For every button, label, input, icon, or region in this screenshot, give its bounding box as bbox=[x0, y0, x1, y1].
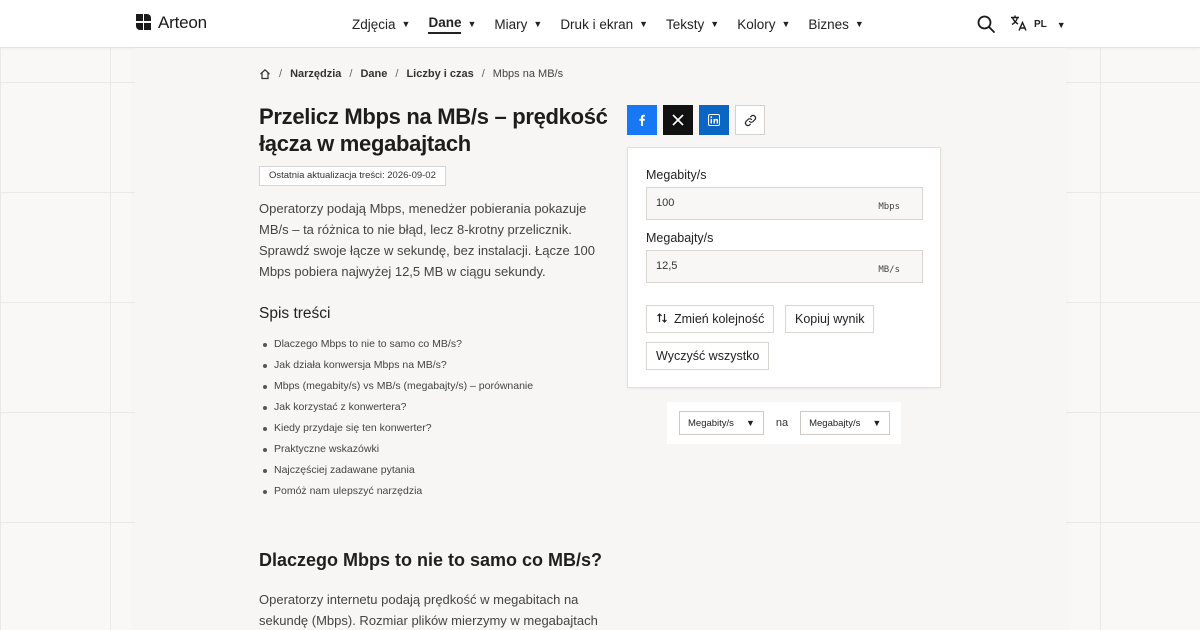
caret-down-icon: ▼ bbox=[872, 418, 882, 428]
nav-item-biznes[interactable]: Biznes ▼ bbox=[808, 0, 863, 48]
copy-link-button[interactable] bbox=[735, 105, 765, 135]
toc-item[interactable]: Kiedy przydaje się ten konwerter? bbox=[262, 418, 533, 439]
caret-down-icon: ▼ bbox=[467, 19, 477, 29]
mbs-unit: MB/s bbox=[878, 265, 900, 275]
table-of-contents: Dlaczego Mbps to nie to samo co MB/s? Ja… bbox=[262, 334, 533, 502]
translate-icon bbox=[1010, 14, 1028, 35]
from-unit-select[interactable]: Megabity/s ▼ bbox=[679, 411, 764, 435]
toc-item[interactable]: Jak korzystać z konwertera? bbox=[262, 397, 533, 418]
language-code: PL bbox=[1034, 19, 1047, 30]
logo-mark-icon bbox=[136, 14, 152, 32]
nav-item-miary[interactable]: Miary ▼ bbox=[494, 0, 542, 48]
input-label: Megabity/s bbox=[646, 168, 707, 182]
to-unit-select[interactable]: Megabajty/s ▼ bbox=[800, 411, 891, 435]
mbps-input[interactable]: 100 Mbps bbox=[646, 187, 923, 220]
search-icon[interactable] bbox=[976, 14, 996, 34]
breadcrumb-liczby-i-czas[interactable]: Liczby i czas bbox=[406, 68, 473, 80]
updated-badge: Ostatnia aktualizacja treści: 2026-09-02 bbox=[259, 166, 446, 186]
facebook-share-button[interactable] bbox=[627, 105, 657, 135]
converter-card: Megabity/s 100 Mbps Megabajty/s 12,5 MB/… bbox=[627, 147, 941, 388]
link-icon bbox=[744, 114, 756, 126]
language-switcher[interactable]: PL ▼ bbox=[1010, 14, 1066, 35]
breadcrumb-dane[interactable]: Dane bbox=[360, 68, 387, 80]
breadcrumb-narzedzia[interactable]: Narzędzia bbox=[290, 68, 341, 80]
clear-all-button[interactable]: Wyczyść wszystko bbox=[646, 342, 770, 370]
nav-item-druk-i-ekran[interactable]: Druk i ekran ▼ bbox=[560, 0, 648, 48]
site-header: Arteon Zdjęcia ▼ Dane ▼ Miary ▼ Druk i e… bbox=[0, 0, 1200, 48]
nav-item-zdjecia[interactable]: Zdjęcia ▼ bbox=[352, 0, 410, 48]
brand-name: Arteon bbox=[158, 13, 207, 32]
caret-down-icon: ▼ bbox=[781, 19, 791, 29]
unit-connector: na bbox=[775, 417, 789, 429]
toc-item[interactable]: Pomóż nam ulepszyć narzędzia bbox=[262, 481, 533, 502]
caret-down-icon: ▼ bbox=[533, 19, 543, 29]
mbps-unit: Mbps bbox=[878, 202, 900, 212]
toc-title: Spis treści bbox=[259, 305, 331, 322]
unit-selectors: Megabity/s ▼ na Megabajty/s ▼ bbox=[667, 402, 901, 444]
main-nav: Zdjęcia ▼ Dane ▼ Miary ▼ Druk i ekran ▼ … bbox=[352, 0, 882, 48]
page-title: Przelicz Mbps na MB/s – prędkość łącza w… bbox=[259, 104, 608, 156]
toc-item[interactable]: Dlaczego Mbps to nie to samo co MB/s? bbox=[262, 334, 533, 355]
caret-down-icon: ▼ bbox=[1056, 19, 1066, 30]
x-icon bbox=[672, 114, 684, 126]
linkedin-share-button[interactable] bbox=[699, 105, 729, 135]
mbs-output[interactable]: 12,5 MB/s bbox=[646, 250, 923, 283]
caret-down-icon: ▼ bbox=[639, 19, 649, 29]
breadcrumb-current: Mbps na MB/s bbox=[492, 68, 564, 80]
linkedin-icon bbox=[708, 114, 720, 126]
toc-item[interactable]: Jak działa konwersja Mbps na MB/s? bbox=[262, 355, 533, 376]
mbs-output-value: 12,5 bbox=[656, 260, 678, 272]
caret-down-icon: ▼ bbox=[745, 418, 755, 428]
caret-down-icon: ▼ bbox=[854, 19, 864, 29]
logo[interactable]: Arteon bbox=[136, 13, 207, 33]
toc-item[interactable]: Najczęściej zadawane pytania bbox=[262, 460, 533, 481]
swap-icon bbox=[656, 312, 668, 327]
nav-item-kolory[interactable]: Kolory ▼ bbox=[737, 0, 790, 48]
copy-result-button[interactable]: Kopiuj wynik bbox=[785, 305, 875, 333]
section-heading: Dlaczego Mbps to nie to samo co MB/s? bbox=[259, 550, 603, 570]
facebook-icon bbox=[639, 114, 645, 126]
toc-item[interactable]: Praktyczne wskazówki bbox=[262, 439, 533, 460]
share-buttons bbox=[627, 105, 765, 135]
swap-button[interactable]: Zmień kolejność bbox=[646, 305, 775, 333]
section-body: Operatorzy internetu podają prędkość w m… bbox=[259, 592, 598, 628]
mbps-input-value: 100 bbox=[656, 197, 675, 209]
nav-item-dane[interactable]: Dane ▼ bbox=[428, 0, 476, 48]
home-icon[interactable] bbox=[259, 68, 271, 80]
intro-text: Operatorzy podają Mbps, menedżer pobiera… bbox=[259, 201, 596, 279]
caret-down-icon: ▼ bbox=[401, 19, 411, 29]
toc-item[interactable]: Mbps (megabity/s) vs MB/s (megabajty/s) … bbox=[262, 376, 533, 397]
nav-item-teksty[interactable]: Teksty ▼ bbox=[666, 0, 719, 48]
caret-down-icon: ▼ bbox=[710, 19, 720, 29]
output-label: Megabajty/s bbox=[646, 231, 714, 245]
breadcrumb: / Narzędzia / Dane / Liczby i czas / Mbp… bbox=[259, 68, 563, 80]
x-share-button[interactable] bbox=[663, 105, 693, 135]
